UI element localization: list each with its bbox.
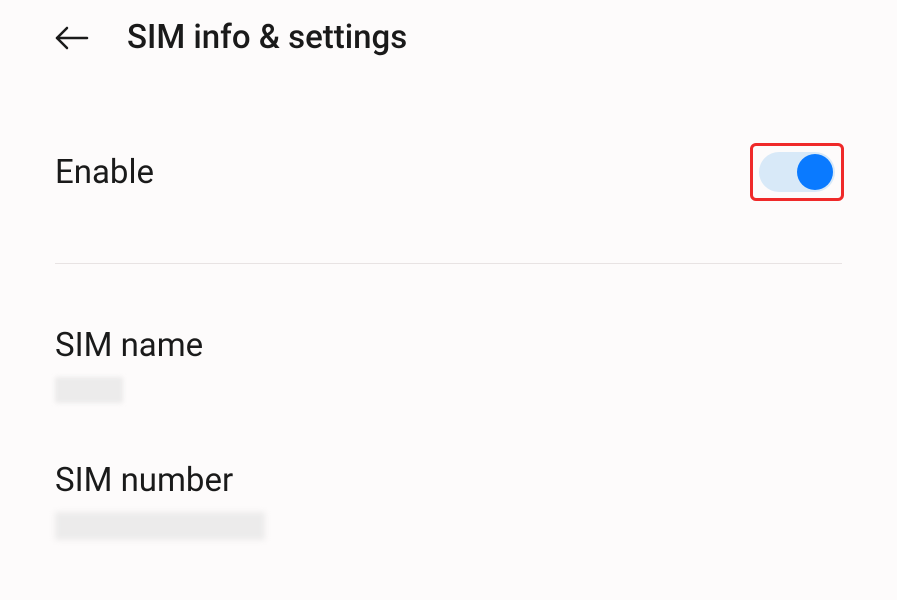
sim-name-label: SIM name [55, 326, 842, 365]
page-title: SIM info & settings [127, 18, 407, 57]
header: SIM info & settings [0, 0, 897, 75]
content: Enable SIM name SIM number [0, 75, 897, 540]
toggle-thumb [797, 154, 833, 190]
arrow-left-icon [55, 26, 89, 50]
sim-number-value [55, 512, 265, 540]
sim-name-item[interactable]: SIM name [55, 264, 842, 403]
sim-number-label: SIM number [55, 461, 842, 500]
enable-row: Enable [55, 75, 842, 264]
sim-number-item[interactable]: SIM number [55, 403, 842, 540]
enable-label: Enable [55, 153, 154, 192]
sim-name-value [55, 377, 123, 403]
enable-toggle[interactable] [759, 152, 835, 192]
toggle-highlight [750, 143, 844, 201]
back-button[interactable] [55, 21, 89, 55]
